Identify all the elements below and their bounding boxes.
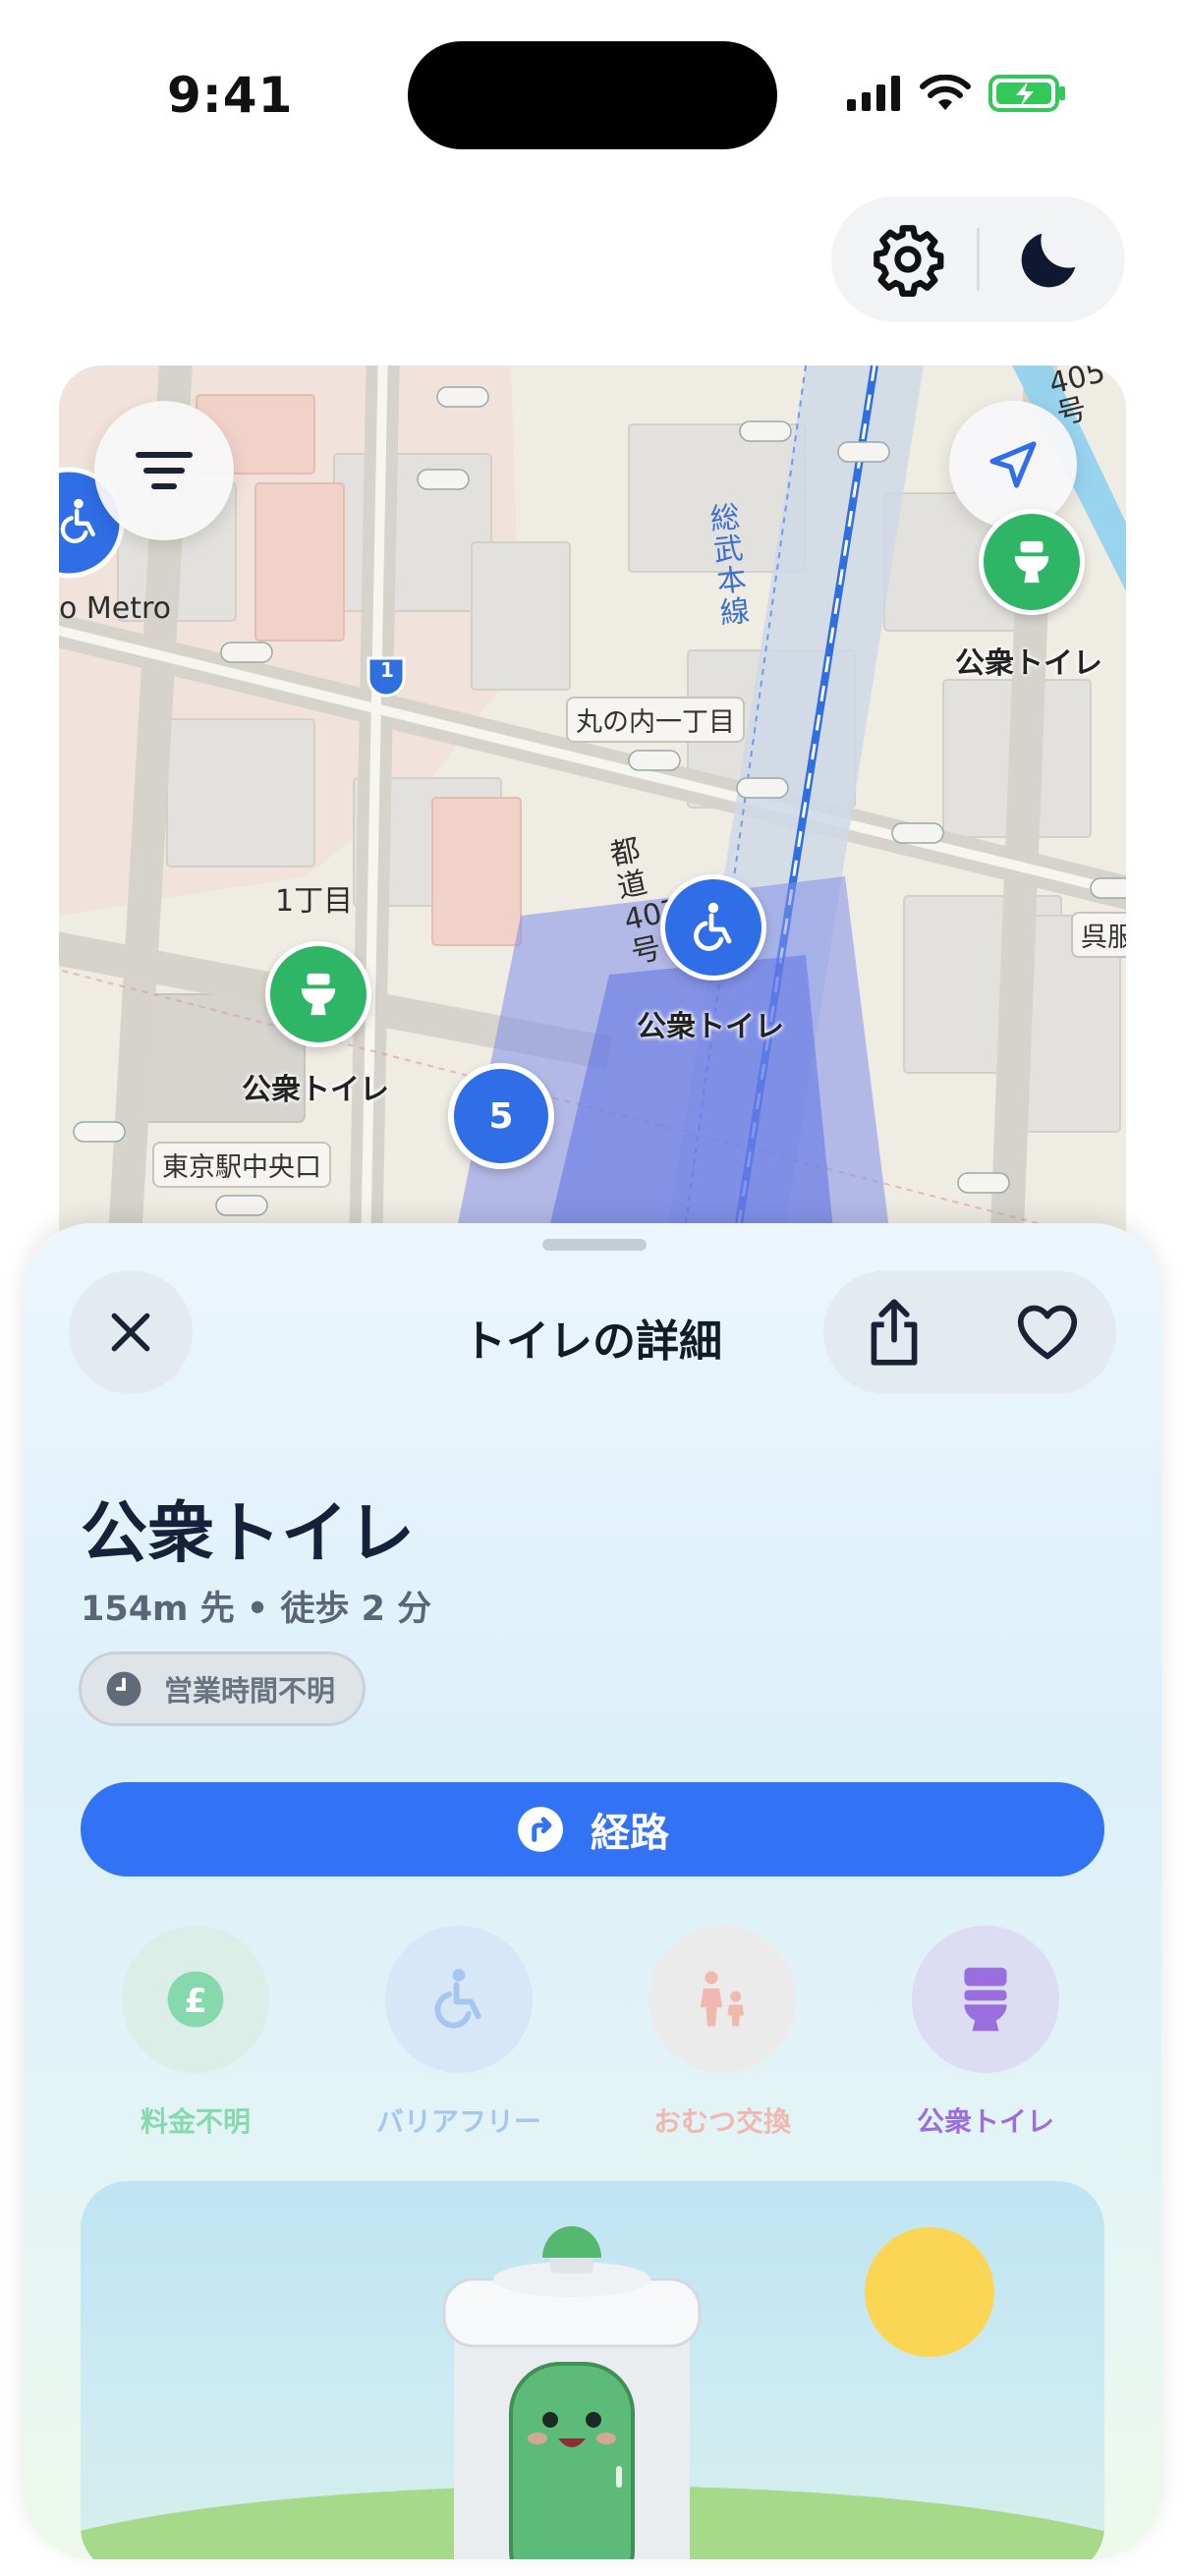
toilet-mascot-illustration — [81, 2226, 1104, 2559]
status-icons — [847, 69, 1067, 118]
locate-me-button[interactable] — [949, 401, 1077, 529]
feature-barrier-free: バリアフリー — [366, 1926, 552, 2140]
feature-circle — [649, 1926, 796, 2073]
map-label-marunouchi: 丸の内一丁目 — [566, 697, 745, 743]
map-pin-label: 公衆トイレ — [637, 1010, 784, 1044]
feature-circle: £ — [122, 1926, 269, 2073]
map-pin-label: 公衆トイレ — [242, 1073, 389, 1107]
toilet-icon — [964, 1967, 1007, 2032]
feature-label: 料金不明 — [140, 2105, 251, 2138]
toilet-icon — [301, 973, 336, 1016]
route-shield-number: 1 — [380, 658, 394, 682]
place-name: 公衆トイレ — [81, 1495, 416, 1573]
route-label: 経路 — [591, 1811, 669, 1856]
top-controls — [831, 196, 1125, 322]
dynamic-island — [408, 41, 777, 149]
settings-button[interactable] — [859, 210, 957, 308]
wheelchair-icon — [434, 1968, 481, 2029]
clock-icon — [106, 1671, 141, 1707]
map-pin-wheelchair[interactable] — [660, 874, 766, 980]
distance-walk-time: 154m 先 • 徒歩 2 分 — [81, 1590, 432, 1629]
share-button[interactable] — [845, 1283, 943, 1381]
toilet-icon — [1014, 540, 1049, 584]
map-pin-toilet[interactable] — [265, 941, 371, 1047]
feature-diaper: おむつ交換 — [629, 1926, 816, 2140]
filter-button[interactable] — [94, 401, 234, 540]
feature-label: 公衆トイレ — [916, 2105, 1054, 2138]
favorite-button[interactable] — [998, 1283, 1097, 1381]
feature-public-toilet: 公衆トイレ — [892, 1926, 1079, 2140]
battery-icon — [988, 75, 1065, 112]
sheet-grabber[interactable] — [542, 1239, 647, 1251]
moon-icon — [1021, 233, 1076, 288]
sheet-actions — [823, 1270, 1116, 1394]
wheelchair-icon — [694, 902, 732, 951]
signal-icon — [847, 76, 900, 111]
toilet-detail-sheet: トイレの詳細 公衆トイレ 154m 先 • 徒歩 2 分 営業時間不明 経路 £… — [24, 1223, 1161, 2559]
family-icon — [701, 1971, 744, 2027]
map-label-tokyo-station: 東京駅中央口 — [152, 1142, 331, 1188]
hours-badge: 営業時間不明 — [79, 1652, 367, 1726]
map-view[interactable]: o Metro 1丁目 丸の内一丁目 東京駅中央口 総武本線 都道407号 40… — [59, 365, 1126, 1348]
feature-circle — [385, 1926, 533, 2073]
map-pin-label: 公衆トイレ — [955, 646, 1102, 681]
map-pin-toilet[interactable] — [979, 509, 1085, 615]
location-arrow-icon — [989, 441, 1037, 488]
map-label-kure: 呉服 — [1071, 912, 1126, 958]
toilet-illustration — [81, 2181, 1104, 2559]
wifi-icon — [920, 75, 971, 110]
share-icon — [871, 1299, 918, 1366]
feature-label: バリアフリー — [375, 2105, 541, 2138]
feature-fee: £ 料金不明 — [102, 1926, 289, 2140]
hours-text: 営業時間不明 — [164, 1674, 336, 1708]
dark-mode-button[interactable] — [1000, 210, 1099, 308]
gear-icon — [874, 225, 944, 297]
svg-text:£: £ — [184, 1982, 206, 2020]
feature-label: おむつ交換 — [652, 2105, 791, 2138]
wheelchair-icon — [60, 498, 95, 543]
feature-circle — [912, 1926, 1059, 2073]
route-button[interactable]: 経路 — [81, 1782, 1104, 1876]
currency-icon: £ — [167, 1971, 224, 2028]
status-time: 9:41 — [167, 67, 294, 124]
filter-icon — [136, 452, 193, 489]
map-cluster[interactable]: 5 — [448, 1063, 554, 1169]
directions-icon — [518, 1807, 563, 1852]
controls-divider — [977, 228, 980, 291]
map-label-chome: 1丁目 — [275, 884, 354, 919]
map-label-metro: o Metro — [59, 591, 172, 626]
heart-icon — [1017, 1305, 1078, 1360]
